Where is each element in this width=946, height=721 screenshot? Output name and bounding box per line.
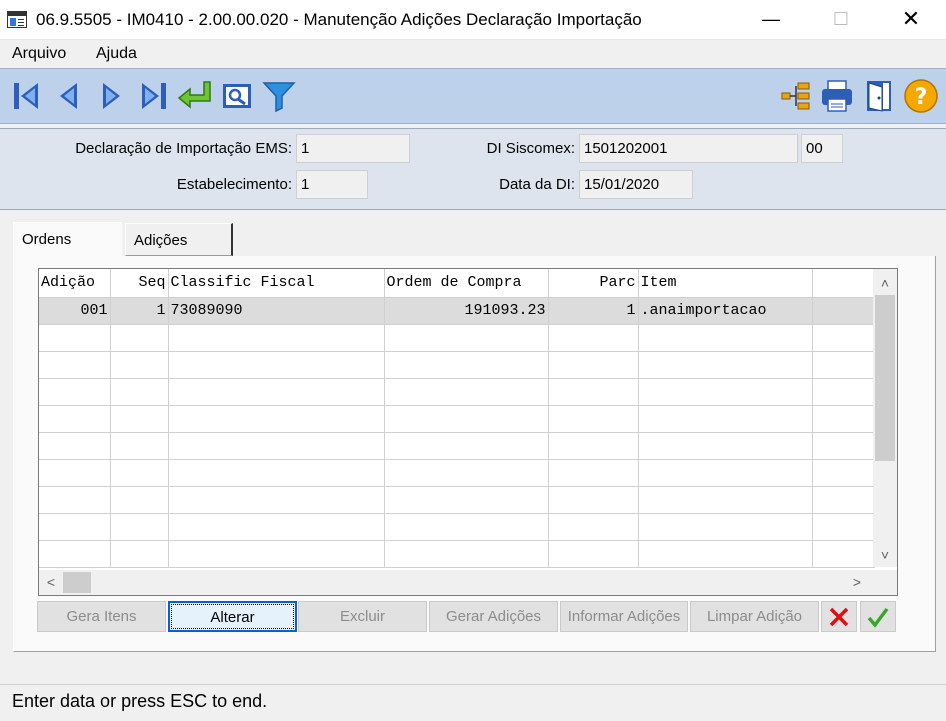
- table-row[interactable]: [39, 324, 875, 352]
- estabelecimento-label: Estabelecimento:: [176, 176, 292, 193]
- header-panel: Declaração de Importação EMS: 1 Estabele…: [0, 128, 946, 210]
- minimize-icon[interactable]: —: [748, 0, 794, 40]
- grid-header-row: Adição Seq Classific Fiscal Ordem de Com…: [39, 269, 875, 298]
- scroll-up-icon[interactable]: ˄: [873, 271, 897, 295]
- cell-classific-fiscal: 73089090: [168, 297, 385, 325]
- maximize-icon[interactable]: ☐: [818, 0, 864, 40]
- goto-icon[interactable]: [176, 77, 214, 115]
- horizontal-scrollbar[interactable]: < >: [39, 570, 873, 595]
- cancel-x-icon[interactable]: [821, 601, 857, 632]
- menu-ajuda[interactable]: Ajuda: [96, 45, 137, 63]
- tab-ordens-label: Ordens: [22, 231, 72, 248]
- gerar-adicoes-button[interactable]: Gerar Adições: [429, 601, 558, 632]
- limpar-adicao-button[interactable]: Limpar Adição: [690, 601, 819, 632]
- table-row[interactable]: [39, 540, 875, 568]
- col-parc[interactable]: Parc: [548, 269, 639, 298]
- table-row[interactable]: [39, 513, 875, 541]
- di-siscomex-field[interactable]: 1501202001: [579, 134, 798, 163]
- data-di-label: Data da DI:: [499, 176, 575, 193]
- col-item[interactable]: Item: [638, 269, 813, 298]
- tab-adicoes-label: Adições: [134, 232, 188, 249]
- previous-record-icon[interactable]: [50, 77, 88, 115]
- table-row[interactable]: [39, 432, 875, 460]
- status-bar: Enter data or press ESC to end.: [0, 684, 946, 721]
- ordens-grid[interactable]: Adição Seq Classific Fiscal Ordem de Com…: [38, 268, 898, 596]
- cell-ordem-compra: 191093.23: [384, 297, 549, 325]
- cell-seq: 1: [110, 297, 169, 325]
- col-ordem-compra[interactable]: Ordem de Compra: [384, 269, 549, 298]
- cell-extra: [812, 297, 875, 325]
- svg-text:?: ?: [915, 85, 928, 110]
- scroll-left-icon[interactable]: <: [39, 570, 63, 595]
- col-adicao[interactable]: Adição: [39, 269, 111, 298]
- col-extra[interactable]: [812, 269, 875, 298]
- col-classific-fiscal[interactable]: Classific Fiscal: [168, 269, 385, 298]
- exit-icon[interactable]: [860, 77, 898, 115]
- last-record-icon[interactable]: [134, 77, 172, 115]
- di-siscomex-suffix-field[interactable]: 00: [801, 134, 843, 163]
- tab-adicoes[interactable]: Adições: [125, 223, 233, 256]
- informar-adicoes-button[interactable]: Informar Adições: [560, 601, 688, 632]
- table-row[interactable]: [39, 459, 875, 487]
- di-siscomex-label: DI Siscomex:: [486, 140, 575, 157]
- cell-adicao: 001: [39, 297, 111, 325]
- data-di-field[interactable]: 15/01/2020: [579, 170, 693, 199]
- scroll-down-icon[interactable]: ˅: [873, 543, 897, 567]
- table-row[interactable]: [39, 486, 875, 514]
- table-row[interactable]: 001 1 73089090 191093.23 1 .anaimportaca…: [39, 297, 875, 325]
- app-window-icon: [7, 11, 27, 28]
- gera-itens-button[interactable]: Gera Itens: [37, 601, 166, 632]
- menu-bar: Arquivo Ajuda: [0, 40, 946, 68]
- vertical-scroll-thumb[interactable]: [875, 295, 895, 461]
- window-title: 06.9.5505 - IM0410 - 2.00.00.020 - Manut…: [36, 10, 642, 29]
- filter-icon[interactable]: [260, 77, 298, 115]
- cell-item: .anaimportacao: [638, 297, 813, 325]
- help-icon[interactable]: ?: [902, 77, 940, 115]
- scroll-right-icon[interactable]: >: [845, 570, 869, 595]
- print-icon[interactable]: [818, 77, 856, 115]
- table-row[interactable]: [39, 378, 875, 406]
- next-record-icon[interactable]: [92, 77, 130, 115]
- toolbar: ?: [0, 68, 946, 124]
- table-row[interactable]: [39, 351, 875, 379]
- vertical-scrollbar[interactable]: ˄ ˅: [873, 269, 897, 567]
- menu-arquivo[interactable]: Arquivo: [12, 45, 66, 63]
- first-record-icon[interactable]: [8, 77, 46, 115]
- table-row[interactable]: [39, 405, 875, 433]
- declaracao-field[interactable]: 1: [296, 134, 410, 163]
- alterar-button[interactable]: Alterar: [168, 601, 297, 632]
- estabelecimento-field[interactable]: 1: [296, 170, 368, 199]
- close-icon[interactable]: ✕: [888, 0, 934, 40]
- col-seq[interactable]: Seq: [110, 269, 169, 298]
- title-bar: 06.9.5505 - IM0410 - 2.00.00.020 - Manut…: [0, 0, 946, 40]
- cell-parc: 1: [548, 297, 639, 325]
- search-icon[interactable]: [218, 77, 256, 115]
- status-text: Enter data or press ESC to end.: [12, 691, 268, 711]
- tab-ordens[interactable]: Ordens: [13, 222, 122, 260]
- tab-strip: Ordens Adições: [13, 218, 937, 260]
- horizontal-scroll-thumb[interactable]: [63, 572, 91, 593]
- confirm-check-icon[interactable]: [860, 601, 896, 632]
- declaracao-label: Declaração de Importação EMS:: [75, 140, 292, 157]
- tree-icon[interactable]: [776, 77, 814, 115]
- scroll-corner: [873, 570, 897, 595]
- excluir-button[interactable]: Excluir: [298, 601, 427, 632]
